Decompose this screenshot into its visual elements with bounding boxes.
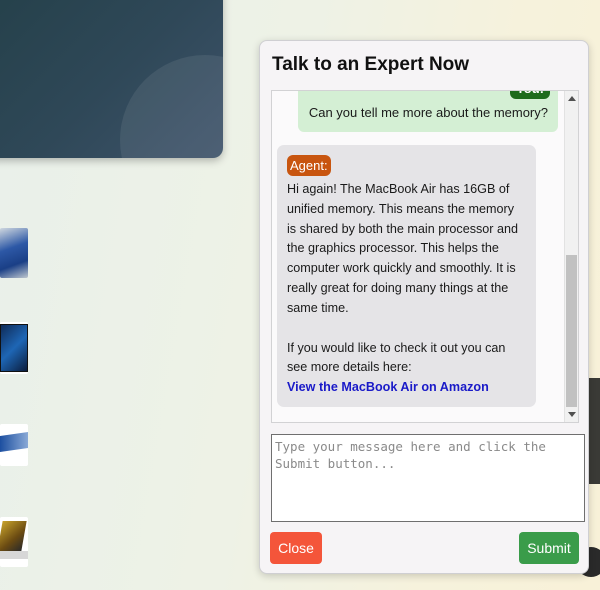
agent-message-text: Hi again! The MacBook Air has 16GB of un… [287,182,519,315]
hero-banner [0,0,223,158]
agent-sender-badge: Agent: [287,155,331,176]
chat-title: Talk to an Expert Now [272,54,470,75]
message-input[interactable] [271,434,585,522]
laptop-screen-image [0,324,28,372]
scroll-down-arrow-icon[interactable] [568,412,576,417]
product-thumbnail-laptop-2[interactable] [0,424,28,466]
laptop-base-image [0,551,28,559]
submit-button[interactable]: Submit [519,532,579,564]
chat-widget: Talk to an Expert Now You: Can you tell … [259,40,589,574]
close-button[interactable]: Close [270,532,322,564]
laptop-screen-image [0,521,27,551]
amazon-product-link[interactable]: View the MacBook Air on Amazon [287,380,489,394]
user-message-bubble: You: Can you tell me more about the memo… [298,91,558,132]
agent-message-bubble: Agent: Hi again! The MacBook Air has 16G… [277,145,536,407]
product-thumbnail-laptop-1[interactable] [0,322,28,374]
product-thumbnail-laptop-3[interactable] [0,517,28,567]
user-sender-badge: You: [510,91,550,99]
hero-decorative-circle [120,55,223,158]
messages-scrollbar[interactable] [564,91,578,422]
scrollbar-thumb[interactable] [566,255,577,407]
agent-message-followup: If you would like to check it out you ca… [287,340,506,375]
scroll-up-arrow-icon[interactable] [568,96,576,101]
user-message-text: Can you tell me more about the memory? [308,105,548,120]
product-thumbnail-sofa[interactable] [0,228,28,278]
laptop-image [0,432,28,452]
chat-messages-area[interactable]: You: Can you tell me more about the memo… [271,90,579,423]
